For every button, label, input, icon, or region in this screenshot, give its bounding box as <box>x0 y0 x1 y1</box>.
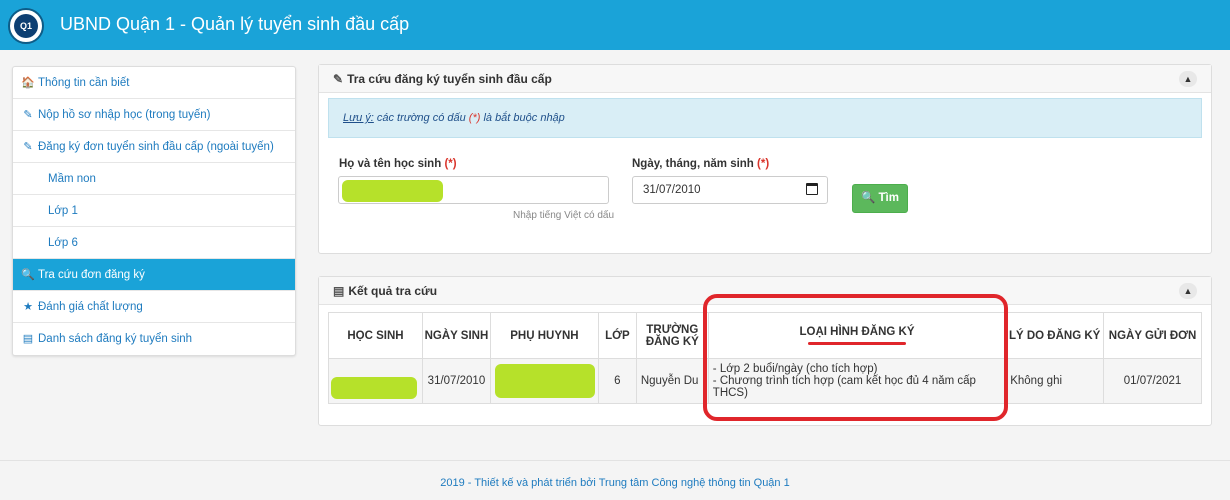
home-icon: 🏠 <box>21 77 35 89</box>
sidebar: 🏠 Thông tin cần biết ✎ Nộp hồ sơ nhập học … <box>12 66 296 356</box>
column-header-grade: LỚP <box>597 312 637 359</box>
required-marker: (*) <box>444 158 457 170</box>
search-icon: 🔍 <box>21 269 35 281</box>
cell-reason: Không ghi <box>1005 358 1105 404</box>
underline-annotation <box>808 342 906 345</box>
name-label: Họ và tên học sinh (*) <box>339 158 457 170</box>
sidebar-item-label: Nộp hồ sơ nhập học (trong tuyến) <box>38 109 211 121</box>
dob-value: 31/07/2010 <box>643 184 701 196</box>
sidebar-item-info[interactable]: 🏠 Thông tin cần biết <box>13 67 295 99</box>
column-header-school: TRƯỜNG ĐĂNG KÝ <box>635 312 709 359</box>
redacted-name <box>342 180 443 202</box>
sidebar-item-label: Mầm non <box>48 173 96 185</box>
sidebar-item-label: Lớp 1 <box>48 205 78 217</box>
cell-student <box>328 358 423 404</box>
required-marker: (*) <box>757 158 770 170</box>
sidebar-item-lookup[interactable]: 🔍 Tra cứu đơn đăng ký <box>13 259 295 291</box>
note-text: các trường có dấu <box>373 112 469 124</box>
table-header-row: HỌC SINH NGÀY SINH PHỤ HUYNH LỚP TRƯỜNG … <box>328 312 1202 359</box>
list-icon: ▤ <box>22 333 34 345</box>
sidebar-item-preschool[interactable]: Mầm non <box>13 163 295 195</box>
type-line-2: - Chương trình tích hợp (cam kết học đủ … <box>712 375 976 399</box>
note-prefix: Lưu ý: <box>343 112 374 124</box>
search-panel-header: ✎ Tra cứu đăng ký tuyển sinh đầu cấp <box>319 65 1211 93</box>
edit-icon: ✎ <box>23 109 33 121</box>
redacted-parent <box>494 364 595 398</box>
dob-label: Ngày, tháng, năm sinh (*) <box>632 158 769 170</box>
sidebar-item-grade-1[interactable]: Lớp 1 <box>13 195 295 227</box>
column-header-sent-date: NGÀY GỬI ĐƠN <box>1103 312 1202 359</box>
calendar-icon[interactable] <box>806 183 818 195</box>
cell-grade: 6 <box>597 358 637 404</box>
collapse-search-button[interactable]: ▲ <box>1179 71 1197 87</box>
result-panel-title: Kết quả tra cứu <box>348 284 438 298</box>
table-row[interactable]: 31/07/2010 6 Nguyễn Du - Lớp 2 buổi/ngày… <box>328 358 1202 404</box>
column-header-dob: NGÀY SINH <box>421 312 491 359</box>
column-header-student: HỌC SINH <box>328 312 423 359</box>
edit-icon: ✎ <box>333 72 344 86</box>
dob-label-text: Ngày, tháng, năm sinh <box>632 158 754 170</box>
name-hint: Nhập tiếng Việt có dấu <box>513 210 615 221</box>
sidebar-item-label: Đăng ký đơn tuyển sinh đầu cấp (ngoài tu… <box>38 141 274 153</box>
cell-school: Nguyễn Du <box>635 358 709 404</box>
student-name-input[interactable] <box>338 176 609 204</box>
sidebar-item-grade-6[interactable]: Lớp 6 <box>13 227 295 259</box>
column-header-parent: PHỤ HUYNH <box>489 312 599 359</box>
sidebar-item-register[interactable]: ✎ Đăng ký đơn tuyển sinh đầu cấp (ngoài t… <box>13 131 295 163</box>
result-panel-header: ▤ Kết quả tra cứu <box>319 277 1211 305</box>
sidebar-item-submit[interactable]: ✎ Nộp hồ sơ nhập học (trong tuyến) <box>13 99 295 131</box>
sidebar-item-label: Thông tin cần biết <box>38 77 130 89</box>
required-fields-note: Lưu ý: các trường có dấu (*) là bắt buộc… <box>328 98 1202 138</box>
cell-type: - Lớp 2 buổi/ngày (cho tích hợp) - Chươn… <box>707 358 1007 404</box>
column-header-reason: LÝ DO ĐĂNG KÝ <box>1005 312 1105 359</box>
edit-icon: ✎ <box>23 141 33 153</box>
sidebar-item-rating[interactable]: ★ Đánh giá chất lượng <box>13 291 295 323</box>
search-panel-title: Tra cứu đăng ký tuyển sinh đầu cấp <box>347 72 552 86</box>
list-icon: ▤ <box>333 284 345 298</box>
type-line-1: - Lớp 2 buổi/ngày (cho tích hợp) <box>712 363 878 375</box>
note-required-marker: (*) <box>468 112 481 124</box>
column-header-type: LOẠI HÌNH ĐĂNG KÝ <box>707 312 1007 359</box>
result-table: HỌC SINH NGÀY SINH PHỤ HUYNH LỚP TRƯỜNG … <box>328 312 1202 404</box>
search-button[interactable]: 🔍 Tìm <box>852 184 908 213</box>
search-icon: 🔍 <box>861 192 876 204</box>
footer: 2019 - Thiết kế và phát triển bởi Trung … <box>0 460 1230 500</box>
name-label-text: Họ và tên học sinh <box>339 158 442 170</box>
cell-dob: 31/07/2010 <box>421 358 491 404</box>
cell-parent <box>489 358 599 404</box>
redacted-student <box>331 377 417 399</box>
top-header: Q1 UBND Quận 1 - Quản lý tuyển sinh đầu … <box>0 0 1230 50</box>
sidebar-item-label: Đánh giá chất lượng <box>38 301 143 313</box>
type-header-label: LOẠI HÌNH ĐĂNG KÝ <box>799 326 915 338</box>
collapse-result-button[interactable]: ▲ <box>1179 283 1197 299</box>
sidebar-item-label: Lớp 6 <box>48 237 78 249</box>
sidebar-item-list[interactable]: ▤ Danh sách đăng ký tuyển sinh <box>13 323 295 355</box>
sidebar-item-label: Tra cứu đơn đăng ký <box>38 269 145 281</box>
district-logo[interactable]: Q1 <box>8 8 44 44</box>
cell-sent-date: 01/07/2021 <box>1103 358 1202 404</box>
app-title[interactable]: UBND Quận 1 - Quản lý tuyển sinh đầu cấp <box>60 14 409 35</box>
star-icon: ★ <box>23 301 33 313</box>
note-suffix: là bắt buộc nhập <box>480 112 565 124</box>
dob-input[interactable]: 31/07/2010 <box>632 176 828 204</box>
logo-emblem: Q1 <box>14 14 38 38</box>
sidebar-item-label: Danh sách đăng ký tuyển sinh <box>38 333 193 345</box>
search-button-label: Tìm <box>878 192 899 204</box>
